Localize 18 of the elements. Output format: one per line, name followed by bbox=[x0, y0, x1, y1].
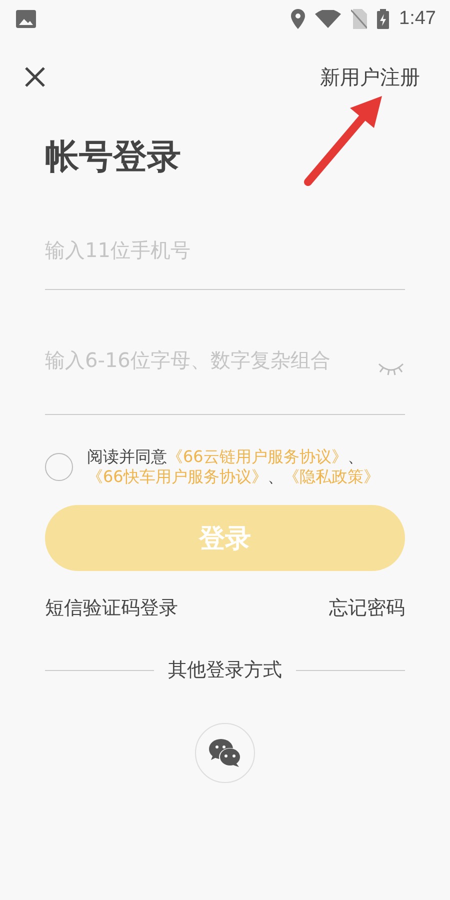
other-login-label: 其他登录方式 bbox=[168, 658, 282, 683]
chat-bubbles-icon bbox=[208, 738, 242, 768]
register-link[interactable]: 新用户注册 bbox=[320, 64, 420, 90]
no-sim-icon bbox=[351, 9, 368, 29]
location-icon bbox=[291, 9, 306, 29]
sms-login-link[interactable]: 短信验证码登录 bbox=[45, 595, 178, 621]
agreement-link[interactable]: 《66云链用户服务协议》 bbox=[167, 447, 348, 466]
chat-login-button[interactable] bbox=[195, 723, 255, 783]
agreement-checkbox[interactable] bbox=[45, 453, 73, 481]
agreement-text: 阅读并同意《66云链用户服务协议》、 《66快车用户服务协议》、《隐私政策》 bbox=[87, 447, 380, 487]
image-icon bbox=[16, 10, 36, 28]
agreement-link[interactable]: 《66快车用户服务协议》 bbox=[87, 467, 268, 486]
forgot-password-link[interactable]: 忘记密码 bbox=[329, 595, 405, 621]
status-time: 1:47 bbox=[399, 8, 436, 30]
page-title: 帐号登录 bbox=[45, 136, 182, 179]
agreement-link[interactable]: 《隐私政策》 bbox=[283, 467, 380, 486]
wifi-icon bbox=[315, 10, 342, 28]
battery-icon bbox=[377, 9, 390, 29]
